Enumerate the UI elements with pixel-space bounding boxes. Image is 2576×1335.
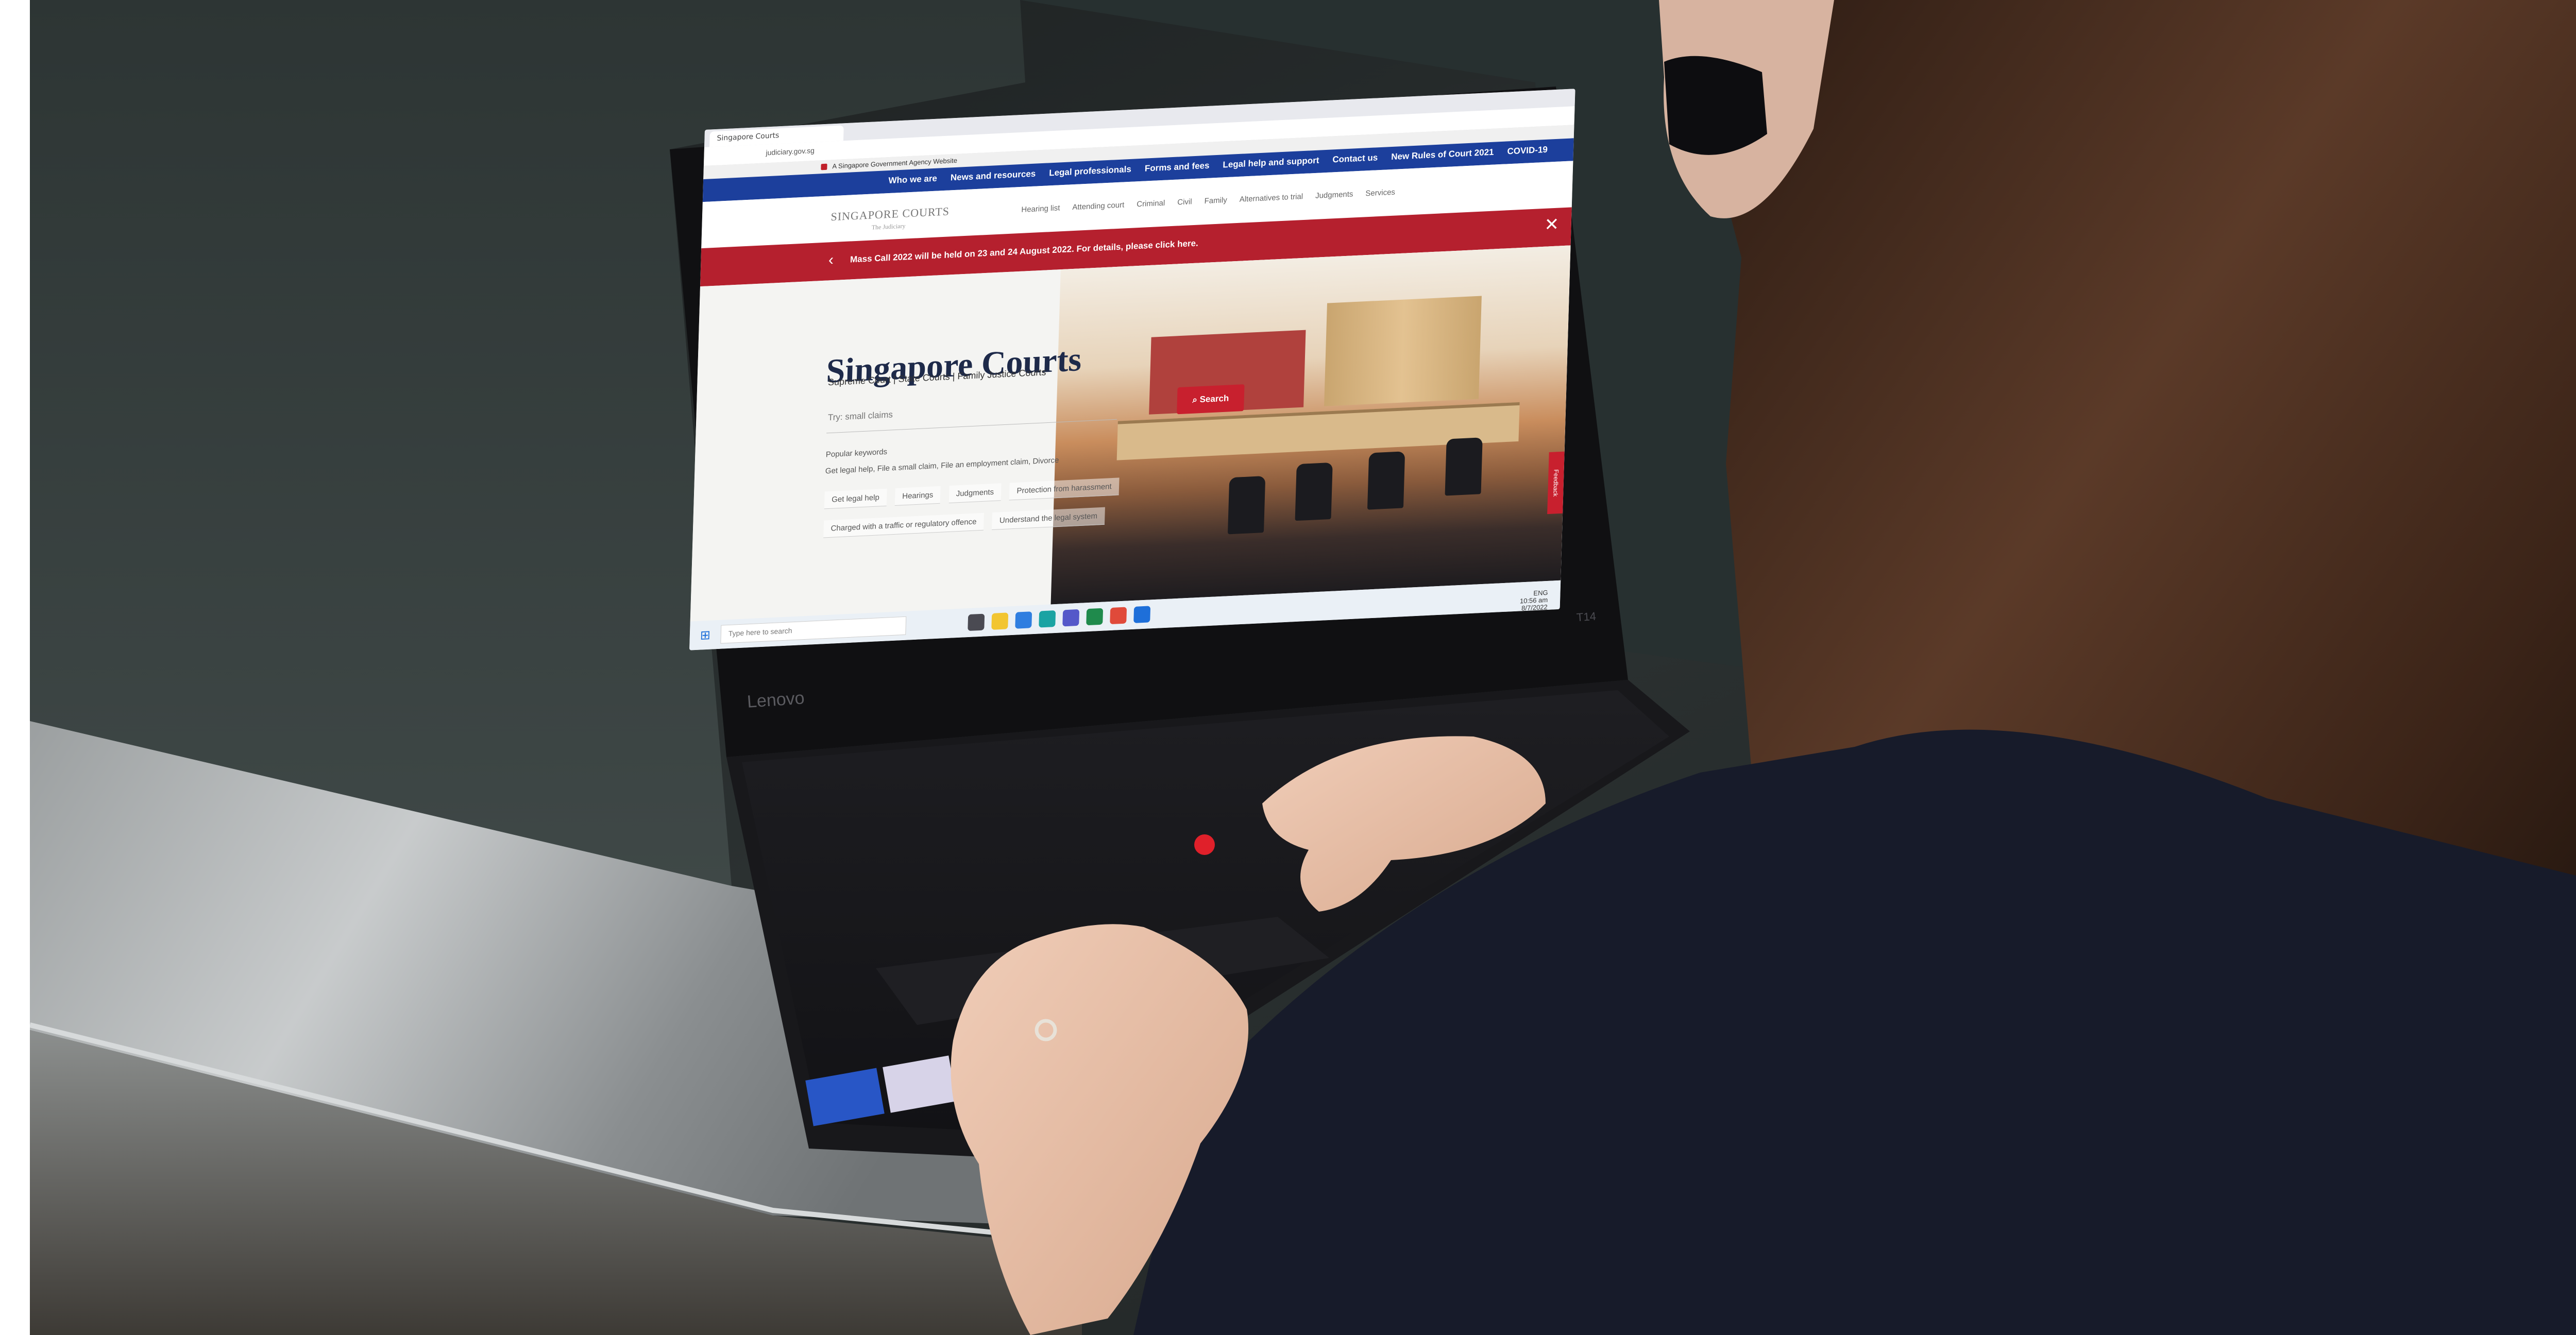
sub-nav-criminal[interactable]: Criminal [1137,199,1165,209]
taskbar-search[interactable]: Type here to search [720,616,907,644]
address-bar-url: judiciary.gov.sg [766,146,815,157]
chrome-icon[interactable] [1110,607,1127,625]
sub-nav-services[interactable]: Services [1365,188,1395,198]
chair [1445,437,1483,496]
outlook-icon[interactable] [1133,606,1151,623]
lion-head-icon [821,163,827,170]
announcement-message[interactable]: Mass Call 2022 will be held on 23 and 24… [850,238,1198,265]
image-left-border [0,0,30,1335]
chair [1367,451,1405,510]
close-icon[interactable]: ✕ [1542,215,1561,235]
nav-item-legal-professionals[interactable]: Legal professionals [1049,164,1131,179]
laptop-model-label: T14 [1576,609,1597,624]
search-button[interactable]: ⌕ Search [1177,384,1245,415]
nav-item-covid[interactable]: COVID-19 [1507,145,1548,157]
quick-link-harassment[interactable]: Protection from harassment [1009,477,1120,501]
search-icon: ⌕ [1192,395,1200,405]
nav-item-new-rules[interactable]: New Rules of Court 2021 [1391,147,1494,162]
courtroom-panel [1324,296,1482,406]
task-view-icon[interactable] [968,613,985,631]
sub-nav-judgments[interactable]: Judgments [1315,190,1353,200]
hero-section: Singapore Courts Supreme Court | State C… [690,245,1571,622]
system-tray[interactable]: ENG 10:56 am 8/7/2022 [1519,589,1548,612]
search-button-label: Search [1199,393,1229,405]
nav-item-contact[interactable]: Contact us [1332,152,1378,165]
nav-item-news[interactable]: News and resources [951,169,1036,183]
store-icon[interactable] [1015,611,1032,629]
edge-browser-icon[interactable] [1039,610,1056,628]
chevron-left-icon[interactable]: ‹ [828,251,834,269]
sub-nav-hearing-list[interactable]: Hearing list [1021,203,1060,214]
site-logo[interactable]: SINGAPORE COURTS [831,204,950,224]
quick-link-legal-system[interactable]: Understand the legal system [992,507,1105,530]
quick-link-judgments[interactable]: Judgments [948,483,1002,504]
nav-item-forms-fees[interactable]: Forms and fees [1145,161,1210,174]
excel-icon[interactable] [1086,608,1104,626]
courtroom-photo [1050,245,1571,605]
chair [1227,476,1266,535]
file-explorer-icon[interactable] [991,612,1009,630]
quick-link-traffic-offence[interactable]: Charged with a traffic or regulatory off… [823,512,984,538]
nav-item-legal-help[interactable]: Legal help and support [1223,156,1319,170]
sub-nav-family[interactable]: Family [1204,196,1227,206]
laptop-screen: Singapore Courts judiciary.gov.sg A Sing… [689,89,1575,651]
sub-nav-civil[interactable]: Civil [1177,197,1192,207]
photo-scene: Singapore Courts judiciary.gov.sg A Sing… [0,0,2576,1335]
taskbar-apps [968,606,1151,631]
feedback-tab[interactable]: Feedback [1547,451,1565,515]
sub-nav-alternatives[interactable]: Alternatives to trial [1239,192,1303,204]
popular-keywords-label: Popular keywords [825,447,888,459]
nav-item-who-we-are[interactable]: Who we are [888,174,937,186]
windows-start-icon[interactable]: ⊞ [700,628,714,643]
teams-icon[interactable] [1062,609,1080,627]
laptop-brand-logo: Lenovo [746,688,805,712]
quick-link-hearings[interactable]: Hearings [894,486,941,506]
site-logo-subtitle: The Judiciary [871,222,906,231]
chair [1295,462,1333,521]
sub-navigation: Hearing list Attending court Criminal Ci… [1021,188,1395,214]
sub-nav-attending-court[interactable]: Attending court [1072,200,1124,212]
quick-link-get-legal-help[interactable]: Get legal help [824,488,887,509]
popular-keywords-list[interactable]: Get legal help, File a small claim, File… [825,456,1059,475]
